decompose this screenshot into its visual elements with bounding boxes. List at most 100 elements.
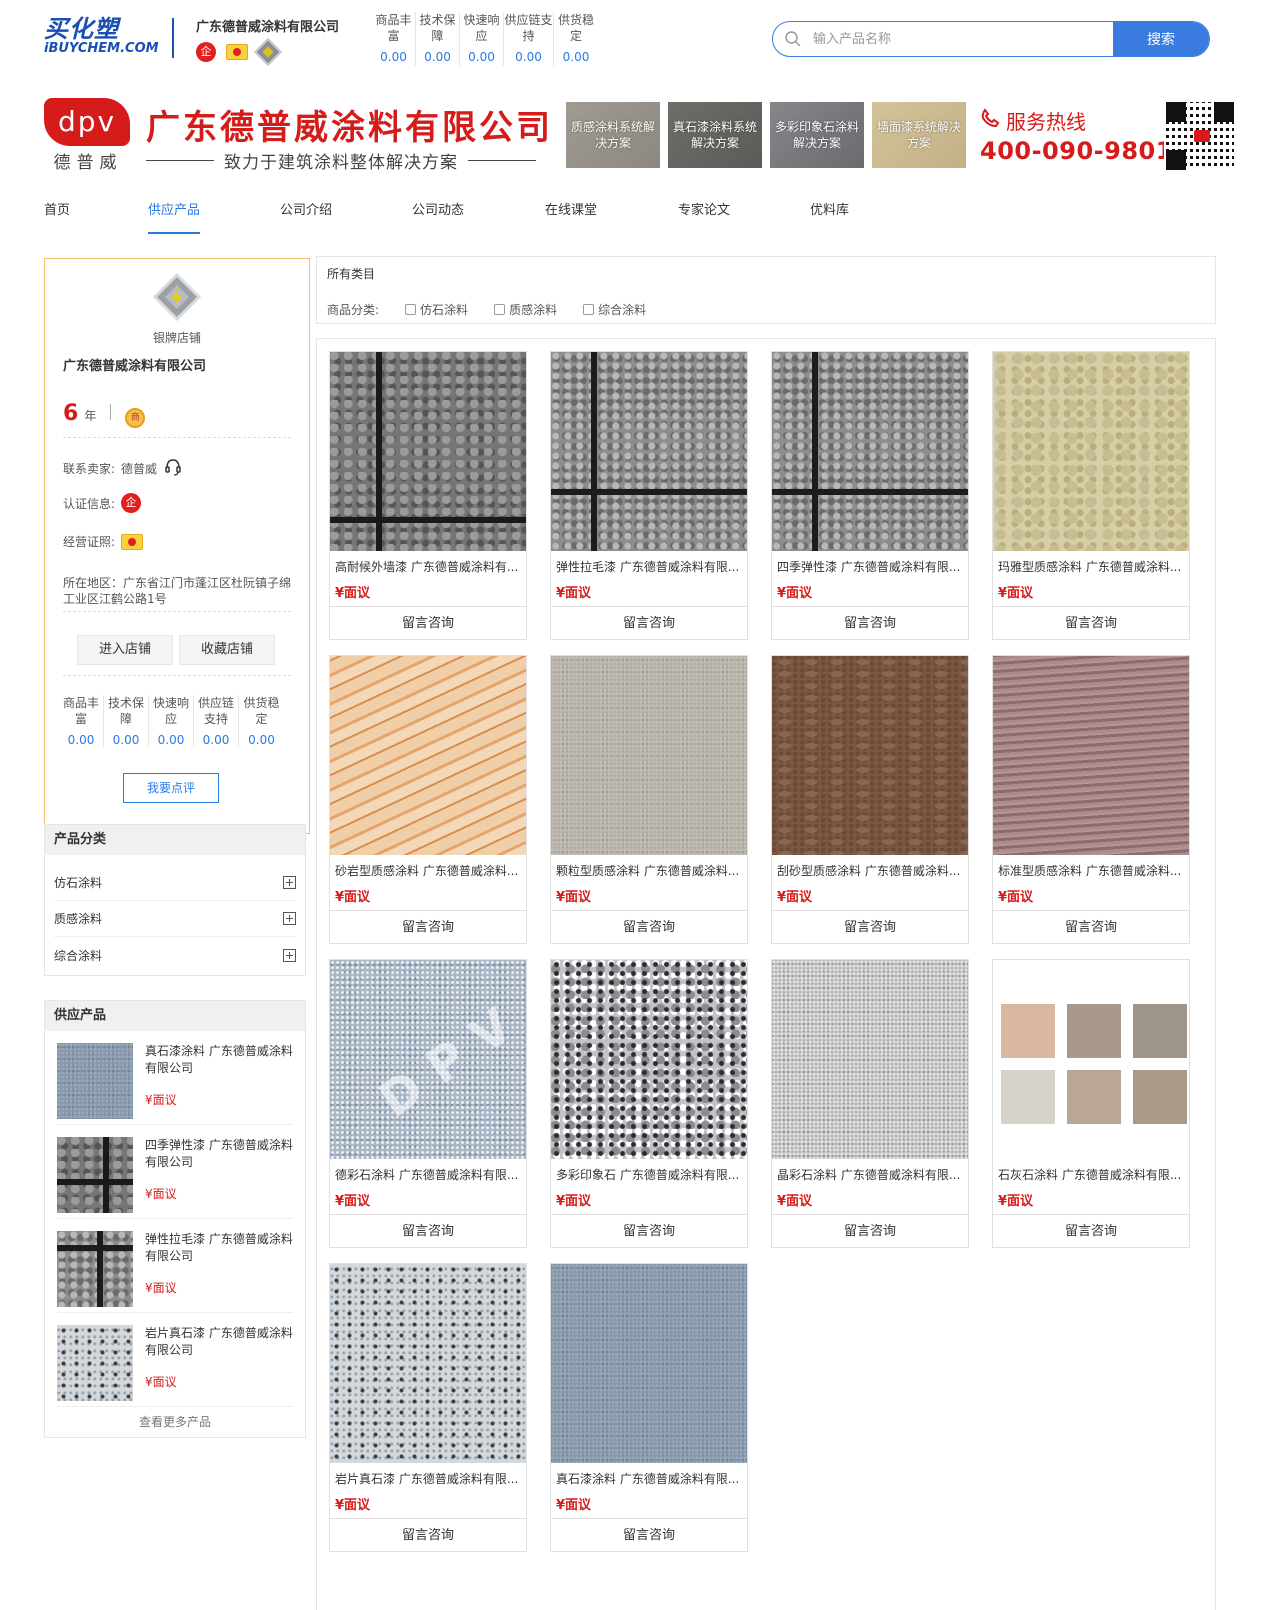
product-title[interactable]: 多彩印象石 广东德普威涂料有限... bbox=[556, 1166, 744, 1183]
consult-button[interactable]: 留言咨询 bbox=[993, 1214, 1189, 1248]
product-image[interactable] bbox=[551, 352, 747, 551]
product-image[interactable] bbox=[330, 1264, 526, 1463]
checkbox-icon[interactable] bbox=[583, 304, 595, 315]
filter-checkbox[interactable]: 质感涂料 bbox=[494, 301, 557, 318]
category-item[interactable]: 综合涂料 bbox=[54, 937, 296, 973]
product-thumbnail[interactable] bbox=[57, 1325, 133, 1401]
product-image[interactable]: DPV bbox=[330, 960, 526, 1159]
consult-button[interactable]: 留言咨询 bbox=[772, 1214, 968, 1248]
site-logo[interactable]: 买化塑 iBUYCHEM.COM bbox=[44, 16, 162, 60]
more-products-link[interactable]: 查看更多产品 bbox=[45, 1407, 305, 1437]
consult-button[interactable]: 留言咨询 bbox=[551, 1518, 747, 1552]
product-card[interactable]: 岩片真石漆 广东德普威涂料有限... ¥面议 留言咨询 bbox=[329, 1263, 527, 1552]
nav-expert-papers[interactable]: 专家论文 bbox=[678, 200, 730, 234]
product-card[interactable]: 砂岩型质感涂料 广东德普威涂料... ¥面议 留言咨询 bbox=[329, 655, 527, 944]
search-input[interactable] bbox=[813, 22, 1113, 56]
expand-plus-icon[interactable] bbox=[283, 912, 296, 925]
consult-button[interactable]: 留言咨询 bbox=[330, 910, 526, 944]
headset-icon[interactable] bbox=[163, 457, 183, 480]
consult-button[interactable]: 留言咨询 bbox=[551, 1214, 747, 1248]
category-item[interactable]: 质感涂料 bbox=[54, 901, 296, 937]
nav-company-news[interactable]: 公司动态 bbox=[412, 200, 464, 234]
product-card[interactable]: 晶彩石涂料 广东德普威涂料有限... ¥面议 留言咨询 bbox=[771, 959, 969, 1248]
product-image[interactable] bbox=[772, 960, 968, 1159]
product-thumbnail[interactable] bbox=[57, 1137, 133, 1213]
product-card[interactable]: 刮砂型质感涂料 广东德普威涂料... ¥面议 留言咨询 bbox=[771, 655, 969, 944]
supply-item-title[interactable]: 四季弹性漆 广东德普威涂料有限公司 bbox=[145, 1137, 295, 1171]
consult-button[interactable]: 留言咨询 bbox=[993, 606, 1189, 640]
consult-button[interactable]: 留言咨询 bbox=[330, 1214, 526, 1248]
product-title[interactable]: 砂岩型质感涂料 广东德普威涂料... bbox=[335, 862, 523, 879]
consult-button[interactable]: 留言咨询 bbox=[772, 606, 968, 640]
filter-checkbox[interactable]: 综合涂料 bbox=[583, 301, 646, 318]
supply-item[interactable]: 弹性拉毛漆 广东德普威涂料有限公司 ¥面议 bbox=[57, 1219, 293, 1313]
product-image[interactable] bbox=[330, 656, 526, 855]
solution-tile[interactable]: 真石漆涂料系统解决方案 bbox=[668, 102, 762, 168]
product-title[interactable]: 四季弹性漆 广东德普威涂料有限... bbox=[777, 558, 965, 575]
consult-button[interactable]: 留言咨询 bbox=[551, 910, 747, 944]
checkbox-icon[interactable] bbox=[405, 304, 417, 315]
consult-button[interactable]: 留言咨询 bbox=[993, 910, 1189, 944]
favorite-shop-button[interactable]: 收藏店铺 bbox=[179, 635, 275, 665]
product-image[interactable] bbox=[993, 352, 1189, 551]
product-card[interactable]: DPV 德彩石涂料 广东德普威涂料有限... ¥面议 留言咨询 bbox=[329, 959, 527, 1248]
supply-item-title[interactable]: 真石漆涂料 广东德普威涂料有限公司 bbox=[145, 1043, 295, 1077]
supply-item-title[interactable]: 岩片真石漆 广东德普威涂料有限公司 bbox=[145, 1325, 295, 1359]
product-title[interactable]: 晶彩石涂料 广东德普威涂料有限... bbox=[777, 1166, 965, 1183]
supply-item[interactable]: 四季弹性漆 广东德普威涂料有限公司 ¥面议 bbox=[57, 1125, 293, 1219]
filter-checkbox[interactable]: 仿石涂料 bbox=[405, 301, 468, 318]
solution-tile[interactable]: 多彩印象石涂料解决方案 bbox=[770, 102, 864, 168]
consult-button[interactable]: 留言咨询 bbox=[772, 910, 968, 944]
product-title[interactable]: 刮砂型质感涂料 广东德普威涂料... bbox=[777, 862, 965, 879]
product-title[interactable]: 岩片真石漆 广东德普威涂料有限... bbox=[335, 1470, 523, 1487]
product-card[interactable]: 标准型质感涂料 广东德普威涂料... ¥面议 留言咨询 bbox=[992, 655, 1190, 944]
product-image[interactable] bbox=[551, 1264, 747, 1463]
product-card[interactable]: 玛雅型质感涂料 广东德普威涂料... ¥面议 留言咨询 bbox=[992, 351, 1190, 640]
consult-button[interactable]: 留言咨询 bbox=[330, 606, 526, 640]
expand-plus-icon[interactable] bbox=[283, 876, 296, 889]
product-card[interactable]: 真石漆涂料 广东德普威涂料有限... ¥面议 留言咨询 bbox=[550, 1263, 748, 1552]
product-image[interactable] bbox=[993, 960, 1189, 1159]
solution-tile[interactable]: 墙面漆系统解决方案 bbox=[872, 102, 966, 168]
product-image[interactable] bbox=[551, 656, 747, 855]
consult-button[interactable]: 留言咨询 bbox=[330, 1518, 526, 1552]
supply-item[interactable]: 岩片真石漆 广东德普威涂料有限公司 ¥面议 bbox=[57, 1313, 293, 1407]
product-title[interactable]: 玛雅型质感涂料 广东德普威涂料... bbox=[998, 558, 1186, 575]
nav-company-intro[interactable]: 公司介绍 bbox=[280, 200, 332, 234]
product-title[interactable]: 高耐候外墙漆 广东德普威涂料有... bbox=[335, 558, 523, 575]
product-card[interactable]: 多彩印象石 广东德普威涂料有限... ¥面议 留言咨询 bbox=[550, 959, 748, 1248]
search-button[interactable]: 搜索 bbox=[1113, 22, 1209, 56]
supply-item-title[interactable]: 弹性拉毛漆 广东德普威涂料有限公司 bbox=[145, 1231, 295, 1265]
checkbox-icon[interactable] bbox=[494, 304, 506, 315]
expand-plus-icon[interactable] bbox=[283, 948, 296, 962]
product-title[interactable]: 真石漆涂料 广东德普威涂料有限... bbox=[556, 1470, 744, 1487]
product-title[interactable]: 德彩石涂料 广东德普威涂料有限... bbox=[335, 1166, 523, 1183]
product-card[interactable]: 四季弹性漆 广东德普威涂料有限... ¥面议 留言咨询 bbox=[771, 351, 969, 640]
category-item[interactable]: 仿石涂料 bbox=[54, 865, 296, 901]
product-card[interactable]: 弹性拉毛漆 广东德普威涂料有限... ¥面议 留言咨询 bbox=[550, 351, 748, 640]
product-title[interactable]: 弹性拉毛漆 广东德普威涂料有限... bbox=[556, 558, 744, 575]
product-card[interactable]: 高耐候外墙漆 广东德普威涂料有... ¥面议 留言咨询 bbox=[329, 351, 527, 640]
product-thumbnail[interactable] bbox=[57, 1043, 133, 1119]
review-button[interactable]: 我要点评 bbox=[123, 773, 219, 803]
all-categories-link[interactable]: 所有类目 bbox=[327, 265, 375, 282]
nav-home[interactable]: 首页 bbox=[44, 200, 70, 234]
consult-button[interactable]: 留言咨询 bbox=[551, 606, 747, 640]
product-card[interactable]: 颗粒型质感涂料 广东德普威涂料... ¥面议 留言咨询 bbox=[550, 655, 748, 944]
enter-shop-button[interactable]: 进入店铺 bbox=[77, 635, 173, 665]
product-image[interactable] bbox=[551, 960, 747, 1159]
product-title[interactable]: 石灰石涂料 广东德普威涂料有限... bbox=[998, 1166, 1186, 1183]
product-title[interactable]: 颗粒型质感涂料 广东德普威涂料... bbox=[556, 862, 744, 879]
supply-item[interactable]: 真石漆涂料 广东德普威涂料有限公司 ¥面议 bbox=[57, 1031, 293, 1125]
product-image[interactable] bbox=[993, 656, 1189, 855]
solution-tile[interactable]: 质感涂料系统解决方案 bbox=[566, 102, 660, 168]
product-image[interactable] bbox=[772, 656, 968, 855]
nav-online-class[interactable]: 在线课堂 bbox=[545, 200, 597, 234]
nav-material-library[interactable]: 优料库 bbox=[810, 200, 849, 234]
product-image[interactable] bbox=[772, 352, 968, 551]
product-thumbnail[interactable] bbox=[57, 1231, 133, 1307]
product-image[interactable] bbox=[330, 352, 526, 551]
product-title[interactable]: 标准型质感涂料 广东德普威涂料... bbox=[998, 862, 1186, 879]
product-card[interactable]: 石灰石涂料 广东德普威涂料有限... ¥面议 留言咨询 bbox=[992, 959, 1190, 1248]
nav-supply-products[interactable]: 供应产品 bbox=[148, 200, 201, 234]
